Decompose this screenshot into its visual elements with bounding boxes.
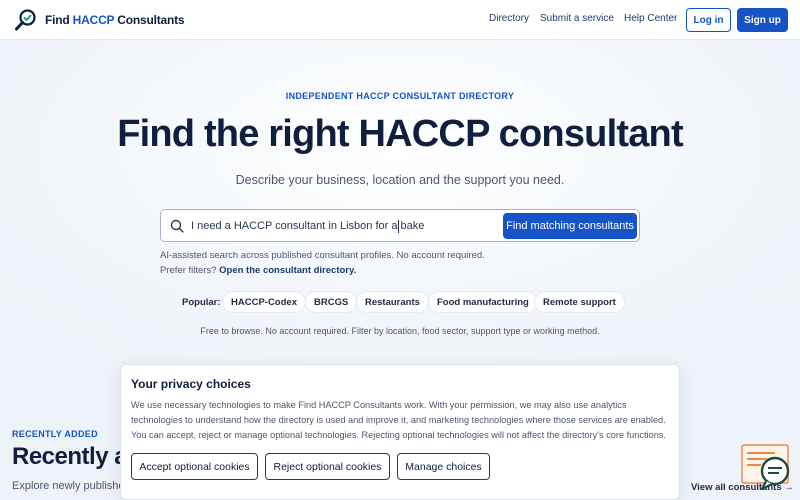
chip-haccp-codex[interactable]: HACCP-Codex: [222, 291, 306, 313]
hero-eyebrow: INDEPENDENT HACCP CONSULTANT DIRECTORY: [285, 91, 515, 101]
logo-text: Find HACCP Consultants: [45, 13, 185, 27]
login-button[interactable]: Log in: [686, 8, 731, 32]
site-header: Find HACCP Consultants Directory Submit …: [0, 0, 800, 40]
chip-brcgs[interactable]: BRCGS: [305, 291, 358, 313]
search-help-text: AI-assisted search across published cons…: [160, 250, 485, 261]
nav-submit-service[interactable]: Submit a service: [540, 13, 614, 24]
text-caret: [398, 220, 399, 233]
manage-choices-button[interactable]: Manage choices: [397, 453, 490, 480]
reject-cookies-button[interactable]: Reject optional cookies: [265, 453, 390, 480]
search-icon: [170, 219, 184, 233]
find-consultants-button[interactable]: Find matching consultants: [503, 213, 637, 239]
search-input[interactable]: [191, 211, 501, 240]
filters-help-text: Prefer filters? Open the consultant dire…: [160, 265, 357, 276]
accept-cookies-button[interactable]: Accept optional cookies: [131, 453, 258, 480]
nav-directory[interactable]: Directory: [489, 13, 529, 24]
recent-subtitle: Explore newly published: [12, 480, 131, 492]
page-title: Find the right HACCP consultant: [117, 113, 683, 155]
chip-remote-support[interactable]: Remote support: [534, 291, 625, 313]
nav-help-center[interactable]: Help Center: [624, 13, 677, 24]
hero-subtitle: Describe your business, location and the…: [235, 173, 565, 187]
free-to-browse-text: Free to browse. No account required. Fil…: [200, 326, 600, 336]
open-directory-link[interactable]: Open the consultant directory.: [219, 265, 356, 276]
cookie-title: Your privacy choices: [131, 377, 251, 391]
magnifier-logo-icon: [15, 9, 36, 31]
site-logo[interactable]: Find HACCP Consultants: [14, 8, 185, 32]
signup-button[interactable]: Sign up: [737, 8, 788, 32]
chip-restaurants[interactable]: Restaurants: [356, 291, 429, 313]
recent-eyebrow: RECENTLY ADDED: [12, 429, 98, 439]
chat-widget-icon[interactable]: [741, 444, 791, 490]
search-bar: Find matching consultants: [160, 209, 640, 242]
chip-food-manufacturing[interactable]: Food manufacturing: [428, 291, 538, 313]
cookie-description: We use necessary technologies to make Fi…: [131, 400, 666, 440]
popular-label: Popular:: [182, 297, 221, 308]
cookie-consent-dialog: Your privacy choices We use necessary te…: [120, 364, 680, 500]
